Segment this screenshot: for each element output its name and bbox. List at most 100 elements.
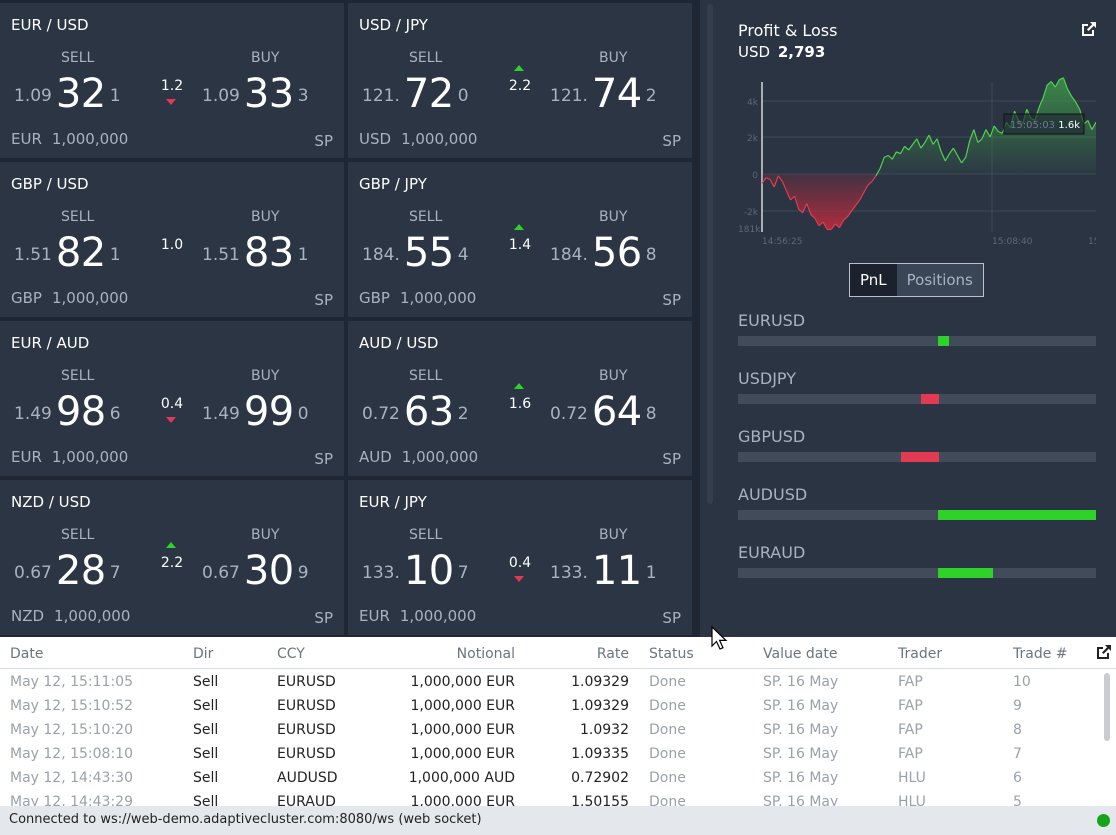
position-track xyxy=(738,394,1096,404)
cell-ccy: EURUSD xyxy=(277,722,336,738)
notional-input[interactable]: EUR 1,000,000 xyxy=(11,130,128,148)
price-prefix: 184. xyxy=(362,245,400,265)
sell-price-button[interactable]: 133. 10 7 xyxy=(362,548,469,596)
tab-positions[interactable]: Positions xyxy=(896,264,983,296)
price-big-figure: 63 xyxy=(403,389,454,435)
cell-value-date: SP. 16 May xyxy=(763,698,839,714)
notional-currency: GBP xyxy=(359,289,390,307)
position-row: EURAUD xyxy=(738,543,1096,578)
cell-value-date: SP. 16 May xyxy=(763,746,839,762)
notional-amount: 1,000,000 xyxy=(51,448,129,466)
col-header-rate[interactable]: Rate xyxy=(549,646,629,662)
sell-label: SELL xyxy=(61,50,95,66)
tile-pair: EUR / JPY xyxy=(359,493,427,511)
price-pip: 4 xyxy=(457,245,469,265)
position-bar xyxy=(901,452,939,462)
buy-price-button[interactable]: 133. 11 1 xyxy=(550,548,657,596)
buy-price-button[interactable]: 1.49 99 0 xyxy=(202,389,309,437)
col-header-dir[interactable]: Dir xyxy=(193,646,213,662)
price-big-figure: 82 xyxy=(55,230,106,276)
position-pair: GBPUSD xyxy=(738,427,806,446)
cell-dir: Sell xyxy=(193,722,219,738)
buy-price-button[interactable]: 121. 74 2 xyxy=(550,71,657,119)
notional-input[interactable]: GBP 1,000,000 xyxy=(359,289,476,307)
col-header-trade-no[interactable]: Trade # xyxy=(1013,646,1068,662)
sell-label: SELL xyxy=(61,368,95,384)
cell-status: Done xyxy=(649,674,686,690)
tiles-scrollbar[interactable] xyxy=(707,4,713,504)
sell-price-button[interactable]: 1.49 98 6 xyxy=(14,389,121,437)
trade-blotter: Date Dir CCY Notional Rate Status Value … xyxy=(0,637,1116,806)
col-header-trader[interactable]: Trader xyxy=(898,646,942,662)
sell-price-button[interactable]: 184. 55 4 xyxy=(362,230,469,278)
price-big-figure: 98 xyxy=(55,389,106,435)
cell-ccy: EURAUD xyxy=(277,794,336,806)
notional-input[interactable]: AUD 1,000,000 xyxy=(359,448,478,466)
buy-label: BUY xyxy=(599,209,628,225)
spot-tile: GBP / USD SELL BUY 1.51 82 1 1.0 1.51 83 1 GBP 1,00… xyxy=(0,162,344,317)
pnl-title: Profit & Loss xyxy=(738,21,838,40)
col-header-value-date[interactable]: Value date xyxy=(763,646,837,662)
y-tick-label: 4k xyxy=(747,98,759,108)
y-tick-label: -2k xyxy=(744,208,759,218)
notional-input[interactable]: EUR 1,000,000 xyxy=(359,607,476,625)
col-header-date[interactable]: Date xyxy=(10,646,43,662)
position-bar xyxy=(938,336,949,346)
notional-input[interactable]: USD 1,000,000 xyxy=(359,130,477,148)
sell-price-button[interactable]: 1.09 32 1 xyxy=(14,71,121,119)
position-row: GBPUSD xyxy=(738,427,1096,462)
blotter-scrollbar[interactable] xyxy=(1104,673,1110,741)
price-up-icon xyxy=(514,224,524,230)
position-track xyxy=(738,568,1096,578)
buy-price-button[interactable]: 1.51 83 1 xyxy=(202,230,309,278)
price-pip: 2 xyxy=(645,86,657,106)
notional-currency: EUR xyxy=(11,130,42,148)
buy-price-button[interactable]: 0.67 30 9 xyxy=(202,548,309,596)
cell-date: May 12, 15:10:52 xyxy=(10,698,133,714)
cell-dir: Sell xyxy=(193,770,219,786)
notional-input[interactable]: NZD 1,000,000 xyxy=(11,607,130,625)
spot-tile: EUR / JPY SELL BUY 133. 10 7 0.4 133. 11 1 EUR 1,00… xyxy=(348,480,692,635)
buy-price-button[interactable]: 184. 56 8 xyxy=(550,230,657,278)
external-link-icon[interactable] xyxy=(1080,20,1098,38)
external-link-icon[interactable] xyxy=(1095,643,1113,661)
price-big-figure: 56 xyxy=(591,230,642,276)
tab-pnl[interactable]: PnL xyxy=(850,264,897,296)
cell-trader: FAP xyxy=(898,674,923,690)
col-header-ccy[interactable]: CCY xyxy=(277,646,305,662)
buy-price-button[interactable]: 1.09 33 3 xyxy=(202,71,309,119)
price-prefix: 0.72 xyxy=(550,404,588,424)
cell-trader: FAP xyxy=(898,746,923,762)
pnl-total: USD 2,793 xyxy=(738,43,825,61)
price-prefix: 0.67 xyxy=(202,563,240,583)
price-big-figure: 11 xyxy=(591,548,642,594)
settlement-tenor: SP xyxy=(662,132,681,150)
spot-tile: AUD / USD SELL BUY 0.72 63 2 1.6 0.72 64 8 AUD 1,00… xyxy=(348,321,692,476)
notional-currency: USD xyxy=(359,130,392,148)
sell-price-button[interactable]: 0.72 63 2 xyxy=(362,389,469,437)
sell-price-button[interactable]: 1.51 82 1 xyxy=(14,230,121,278)
cell-date: May 12, 14:43:30 xyxy=(10,770,133,786)
buy-price-button[interactable]: 0.72 64 8 xyxy=(550,389,657,437)
price-pip: 6 xyxy=(109,404,121,424)
price-prefix: 121. xyxy=(362,86,400,106)
position-bar xyxy=(938,568,993,578)
price-prefix: 1.51 xyxy=(202,245,240,265)
cell-dir: Sell xyxy=(193,746,219,762)
col-header-status[interactable]: Status xyxy=(649,646,694,662)
settlement-tenor: SP xyxy=(314,291,333,309)
y-tick-label: 181k xyxy=(738,225,761,235)
notional-currency: NZD xyxy=(11,607,45,625)
sell-price-button[interactable]: 121. 72 0 xyxy=(362,71,469,119)
price-prefix: 1.49 xyxy=(14,404,52,424)
col-header-notional[interactable]: Notional xyxy=(415,646,515,662)
pnl-chart[interactable]: 4k 2k 0 -2k 181k14:56:25 15:08:40 15:1 15:05:03… xyxy=(736,74,1096,254)
tile-pair: GBP / USD xyxy=(11,175,89,193)
notional-input[interactable]: EUR 1,000,000 xyxy=(11,448,128,466)
position-track xyxy=(738,452,1096,462)
notional-input[interactable]: GBP 1,000,000 xyxy=(11,289,128,307)
tile-pair: NZD / USD xyxy=(11,493,91,511)
sell-price-button[interactable]: 0.67 28 7 xyxy=(14,548,121,596)
cell-trade-no: 8 xyxy=(1013,722,1022,738)
tile-pair: USD / JPY xyxy=(359,16,428,34)
